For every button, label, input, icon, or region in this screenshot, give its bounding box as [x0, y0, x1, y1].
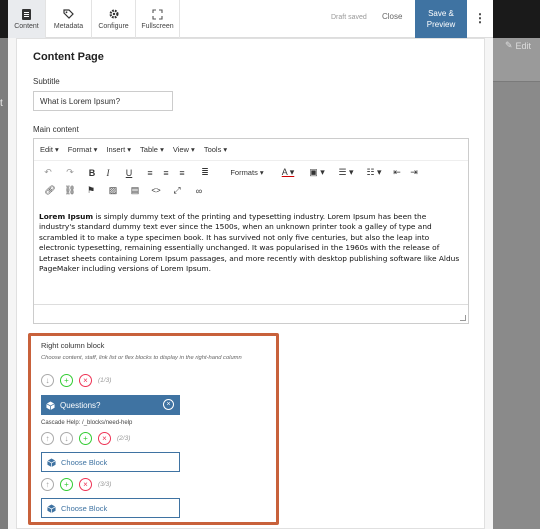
background-text: t [0, 98, 3, 109]
move-up-icon[interactable]: ↑ [41, 432, 54, 445]
move-down-icon[interactable]: ↓ [41, 374, 54, 387]
remove-icon[interactable]: × [98, 432, 111, 445]
tab-configure-label: Configure [98, 23, 129, 30]
tab-content[interactable]: Content [8, 0, 46, 38]
outdent-icon[interactable]: ⇤ [388, 167, 406, 178]
tab-fullscreen-label: Fullscreen [141, 23, 174, 30]
background-left-panel: t [0, 38, 8, 529]
choose-block-button[interactable]: Choose Block [41, 498, 180, 518]
editor-toolbar-row2: 🔗︎ ⛓︎ ⚑ ▨ ▤ <> ⤢ ∞ [40, 185, 210, 196]
edit-modal: Content Metadata Configure Fullscreen Dr… [8, 0, 493, 529]
clear-block-icon[interactable]: × [163, 399, 174, 410]
tab-metadata-label: Metadata [53, 23, 84, 30]
right-column-title: Right column block [41, 341, 105, 350]
tab-configure[interactable]: Configure [92, 0, 136, 38]
underline-icon[interactable]: U [116, 168, 142, 178]
source-code-icon[interactable]: <> [146, 186, 166, 195]
add-icon[interactable]: + [79, 432, 92, 445]
choose-block-button[interactable]: Choose Block [41, 452, 180, 472]
menu-tools[interactable]: Tools ▾ [204, 145, 227, 154]
tab-fullscreen[interactable]: Fullscreen [136, 0, 180, 38]
fullscreen-icon [152, 8, 164, 20]
tab-content-label: Content [14, 23, 39, 30]
modal-toolbar: Content Metadata Configure Fullscreen Dr… [8, 0, 493, 38]
remove-icon[interactable]: × [79, 374, 92, 387]
menu-insert[interactable]: Insert ▾ [106, 145, 131, 154]
pencil-icon: ✎ [505, 40, 513, 50]
align-center-icon[interactable]: ≡ [158, 168, 174, 178]
right-column-hint: Choose content, staff, link list or flex… [41, 355, 242, 361]
link-icon[interactable]: 🔗︎ [40, 185, 60, 196]
page-title: Content Page [33, 51, 104, 63]
background-edit-button[interactable]: ✎ Edit [505, 40, 531, 51]
block-controls-2: ↑ ↓ + × (2/3) [41, 432, 130, 445]
unlink-icon[interactable]: ⛓︎ [60, 185, 80, 196]
bold-icon[interactable]: B [84, 168, 100, 178]
numbered-list-icon[interactable]: ☷ ▾ [360, 167, 388, 178]
rich-text-editor: Edit ▾ Format ▾ Insert ▾ Table ▾ View ▾ … [33, 138, 469, 324]
background-color-icon[interactable]: ▣ ▾ [302, 167, 332, 178]
add-icon[interactable]: + [60, 478, 73, 491]
editor-statusbar [34, 304, 468, 323]
more-options-icon[interactable]: ⋮ [474, 11, 486, 25]
fullscreen-editor-icon[interactable]: ⤢ [166, 185, 188, 196]
formats-dropdown[interactable]: Formats ▾ [220, 168, 274, 177]
menu-format[interactable]: Format ▾ [68, 145, 98, 154]
close-button[interactable]: Close [382, 12, 402, 21]
save-preview-button[interactable]: Save & Preview [415, 0, 467, 38]
move-up-icon[interactable]: ↑ [41, 478, 54, 491]
selected-block-button[interactable]: Questions? × [41, 395, 180, 415]
tag-icon [63, 8, 75, 20]
block-path: Cascade Help: /_blocks/need-help [41, 420, 133, 426]
bullet-list-icon[interactable]: ☰ ▾ [332, 167, 360, 178]
cube-icon [46, 400, 55, 410]
menu-table[interactable]: Table ▾ [140, 145, 164, 154]
editor-toolbar-row1: ↶ ↷ B I U ≡ ≡ ≡ ≣ Formats ▾ A ▾ ▣ ▾ ☰ ▾ … [40, 167, 422, 178]
main-content-label: Main content [33, 125, 79, 134]
block-controls-3: ↑ + × (3/3) [41, 478, 111, 491]
subtitle-input[interactable]: What is Lorem Ipsum? [33, 91, 173, 111]
bookmark-icon[interactable]: ⚑ [80, 185, 102, 196]
editor-body[interactable]: Lorem Ipsum is simply dummy text of the … [39, 212, 464, 274]
block-counter: (2/3) [117, 435, 131, 442]
menu-edit[interactable]: Edit ▾ [40, 145, 59, 154]
redo-icon[interactable]: ↷ [56, 167, 84, 178]
remove-icon[interactable]: × [79, 478, 92, 491]
resize-handle-icon[interactable] [460, 315, 466, 321]
content-icon [21, 8, 33, 20]
block-counter: (3/3) [98, 481, 112, 488]
draft-status: Draft saved [331, 14, 367, 21]
gear-icon [108, 8, 120, 20]
tab-metadata[interactable]: Metadata [46, 0, 92, 38]
media-icon[interactable]: ▤ [124, 185, 146, 196]
cube-icon [47, 457, 56, 467]
align-left-icon[interactable]: ≡ [142, 168, 158, 178]
cube-icon [47, 503, 56, 513]
chain-link-icon[interactable]: ∞ [188, 186, 210, 196]
right-column-block: Right column block Choose content, staff… [28, 333, 279, 525]
text-color-icon[interactable]: A ▾ [274, 167, 302, 178]
menu-view[interactable]: View ▾ [173, 145, 195, 154]
align-right-icon[interactable]: ≡ [174, 168, 190, 178]
indent-icon[interactable]: ⇥ [406, 167, 422, 178]
background-right-panel [493, 38, 540, 529]
undo-icon[interactable]: ↶ [40, 167, 56, 178]
add-icon[interactable]: + [60, 374, 73, 387]
italic-icon[interactable]: I [100, 168, 116, 178]
move-down-icon[interactable]: ↓ [60, 432, 73, 445]
justify-icon[interactable]: ≣ [190, 167, 220, 178]
block-counter: (1/3) [98, 377, 112, 384]
image-icon[interactable]: ▨ [102, 185, 124, 196]
subtitle-label: Subtitle [33, 77, 60, 86]
block-controls-1: ↓ + × (1/3) [41, 374, 111, 387]
editor-menubar: Edit ▾ Format ▾ Insert ▾ Table ▾ View ▾ … [34, 139, 468, 161]
